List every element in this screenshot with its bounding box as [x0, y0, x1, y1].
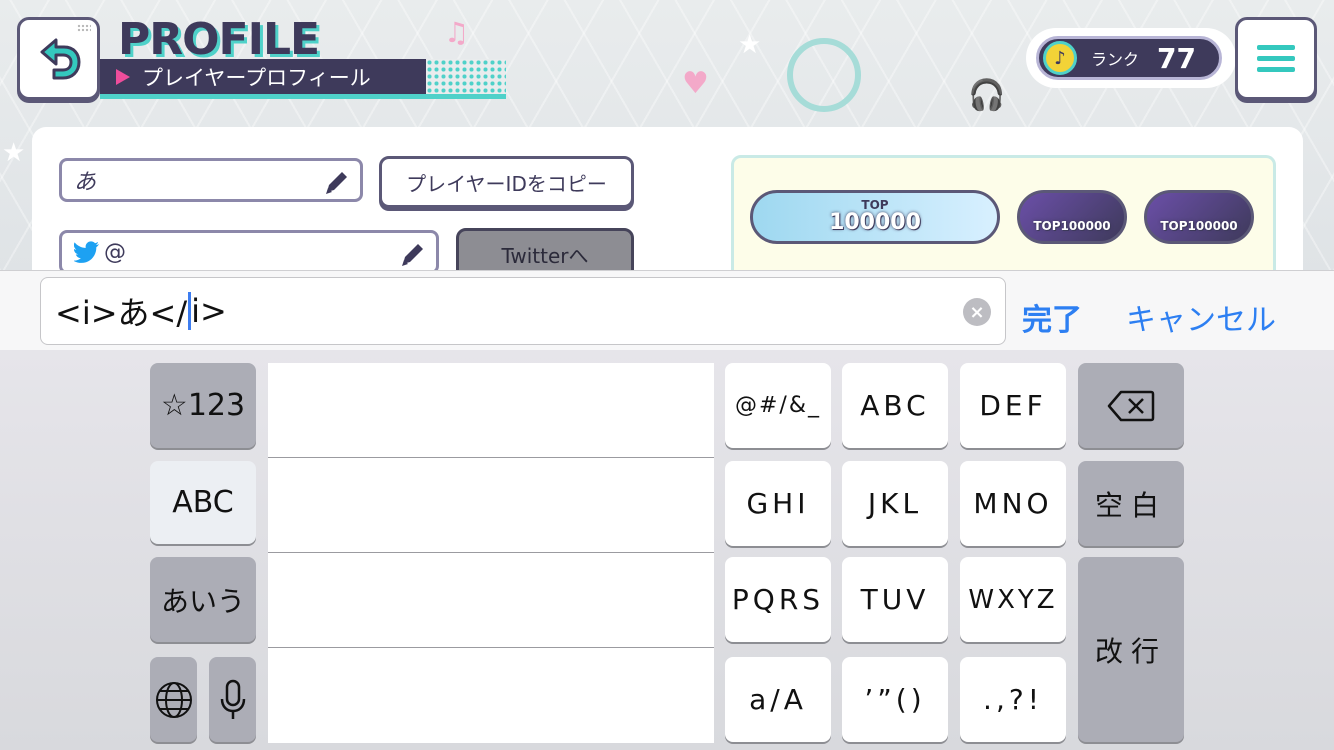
- heart-icon: ♥: [682, 66, 709, 101]
- hamburger-icon: [1257, 45, 1295, 50]
- globe-key[interactable]: [150, 657, 197, 742]
- dots-decoration: [77, 24, 91, 32]
- punctuation-key[interactable]: .,?!: [960, 657, 1066, 742]
- mno-key[interactable]: MNO: [960, 461, 1066, 546]
- candidate-row[interactable]: [268, 458, 714, 553]
- badge-rank: 100000: [829, 210, 921, 235]
- input-text-after-caret: i>: [191, 292, 227, 330]
- def-key[interactable]: DEF: [960, 363, 1066, 448]
- globe-icon: [155, 681, 192, 718]
- event-badge[interactable]: TOP100000: [1017, 190, 1127, 244]
- delete-key[interactable]: [1078, 363, 1184, 448]
- player-name-value: あ: [74, 170, 97, 195]
- ring-decoration: [787, 38, 861, 112]
- menu-button[interactable]: [1235, 17, 1317, 100]
- copy-player-id-button[interactable]: プレイヤーIDをコピー: [379, 156, 634, 208]
- microphone-icon: [220, 679, 245, 719]
- halftone-decoration: [426, 59, 506, 94]
- quotes-key[interactable]: ’”(): [842, 657, 948, 742]
- jkl-key[interactable]: JKL: [842, 461, 948, 546]
- back-button[interactable]: [17, 17, 100, 100]
- twitter-bird-icon: [74, 241, 99, 263]
- symbols-key[interactable]: @#/&_: [725, 363, 831, 448]
- text-input-bar: <i>あ</i> × 完了 キャンセル: [0, 270, 1334, 350]
- event-badge[interactable]: TOP 100000: [750, 190, 1000, 244]
- candidate-row[interactable]: [268, 553, 714, 648]
- play-triangle-icon: [116, 68, 130, 85]
- backspace-icon: [1107, 390, 1155, 421]
- candidate-list[interactable]: [268, 363, 714, 743]
- ghi-key[interactable]: GHI: [725, 461, 831, 546]
- headphones-icon: 🎧: [968, 78, 1006, 113]
- rank-value: 77: [1157, 41, 1196, 75]
- microphone-key[interactable]: [209, 657, 256, 742]
- space-key[interactable]: 空白: [1078, 461, 1184, 546]
- badge-rank: TOP100000: [1160, 219, 1238, 233]
- rank-badge: ♪ ランク 77: [1036, 36, 1222, 80]
- music-note-icon: ♪: [1043, 41, 1077, 75]
- page-title: PROFILE: [118, 14, 320, 65]
- candidate-row[interactable]: [268, 363, 714, 458]
- twitter-id-field[interactable]: @: [59, 230, 439, 274]
- star-icon: ★: [738, 30, 762, 60]
- twitter-id-value: @: [104, 239, 126, 265]
- badge-rank: TOP100000: [1033, 219, 1111, 233]
- music-note-icon: ♫: [444, 16, 470, 49]
- case-toggle-key[interactable]: a/A: [725, 657, 831, 742]
- candidate-row[interactable]: [268, 648, 714, 743]
- input-text-before-caret: <i>あ</: [55, 294, 188, 332]
- page-subtitle: プレイヤープロフィール: [142, 65, 371, 90]
- star-icon: ★: [2, 138, 26, 168]
- abc-key[interactable]: ABC: [842, 363, 948, 448]
- pencil-icon: [402, 244, 423, 266]
- pencil-icon: [326, 172, 347, 194]
- return-key[interactable]: 改行: [1078, 557, 1184, 742]
- player-name-field[interactable]: あ: [59, 158, 363, 202]
- rank-label: ランク: [1091, 50, 1140, 69]
- back-arrow-icon: [40, 38, 80, 79]
- pqrs-key[interactable]: PQRS: [725, 557, 831, 642]
- numbers-mode-key[interactable]: ☆123: [150, 363, 256, 448]
- tuv-key[interactable]: TUV: [842, 557, 948, 642]
- cancel-button[interactable]: キャンセル: [1126, 295, 1276, 339]
- clear-text-icon[interactable]: ×: [963, 298, 991, 326]
- done-button[interactable]: 完了: [1022, 295, 1082, 339]
- kana-mode-key[interactable]: あいう: [150, 557, 256, 642]
- event-badge[interactable]: TOP100000: [1144, 190, 1254, 244]
- wxyz-key[interactable]: WXYZ: [960, 557, 1066, 642]
- japanese-keyboard: ☆123 ABC あいう @#/&_ ABC DEF GHI JKL MNO P…: [0, 350, 1334, 750]
- page-subtitle-bar: プレイヤープロフィール: [100, 59, 506, 99]
- alphabet-mode-key[interactable]: ABC: [150, 461, 256, 544]
- text-input-field[interactable]: <i>あ</i> ×: [40, 277, 1006, 345]
